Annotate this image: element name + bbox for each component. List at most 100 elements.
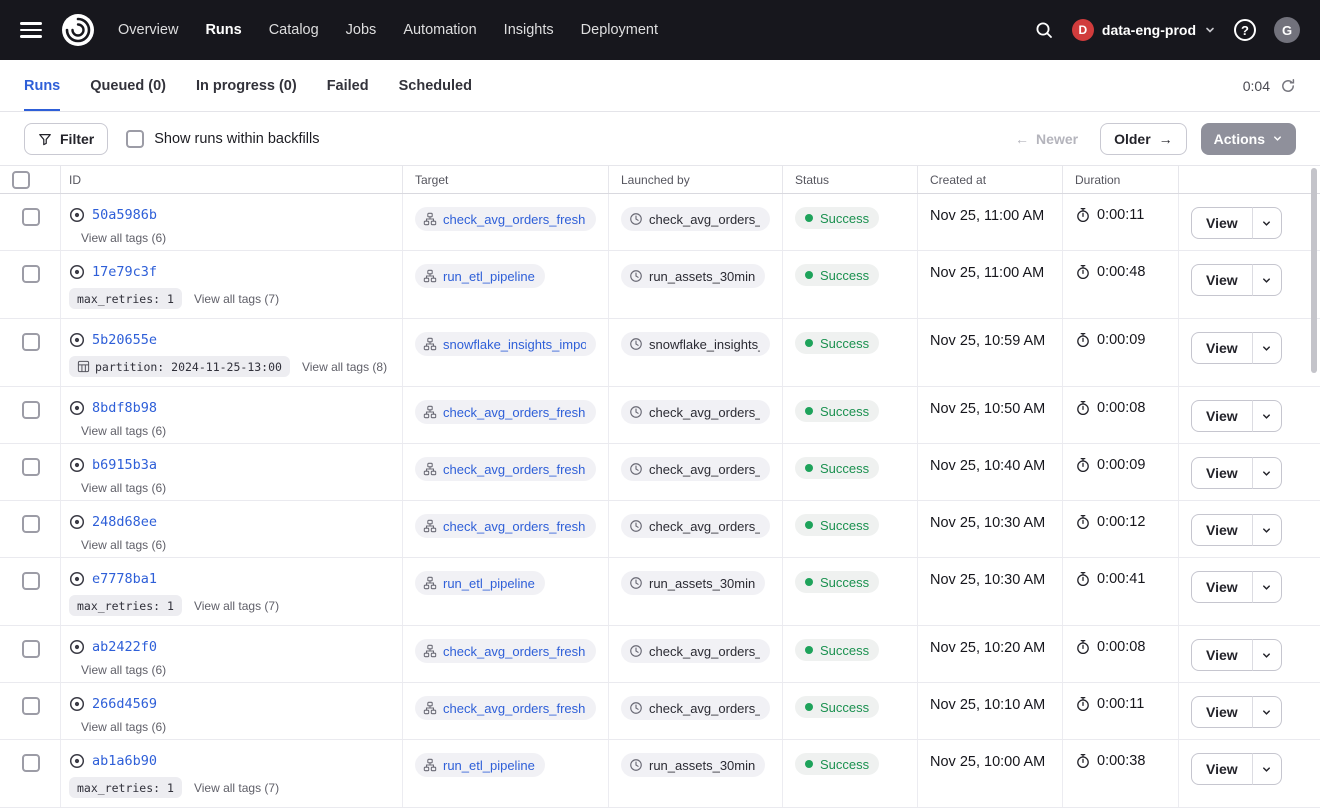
target-pill[interactable]: run_etl_pipeline — [415, 571, 545, 595]
show-backfills-toggle[interactable]: Show runs within backfills — [126, 130, 319, 148]
deployment-switcher[interactable]: D data-eng-prod — [1072, 19, 1216, 41]
view-dropdown-button[interactable] — [1252, 457, 1282, 489]
view-dropdown-button[interactable] — [1252, 207, 1282, 239]
view-dropdown-button[interactable] — [1252, 696, 1282, 728]
view-all-tags-link[interactable]: View all tags (6) — [81, 424, 166, 438]
view-all-tags-link[interactable]: View all tags (6) — [81, 231, 166, 245]
row-checkbox[interactable] — [22, 401, 40, 419]
run-id-link[interactable]: e7778ba1 — [92, 571, 157, 587]
deployment-name: data-eng-prod — [1102, 22, 1196, 38]
tab-failed[interactable]: Failed — [327, 60, 369, 111]
nav-item-catalog[interactable]: Catalog — [269, 22, 319, 38]
nav-item-overview[interactable]: Overview — [118, 22, 178, 38]
view-button[interactable]: View — [1191, 639, 1253, 671]
tab-runs[interactable]: Runs — [24, 60, 60, 111]
hamburger-menu-icon[interactable] — [20, 22, 42, 38]
run-id-link[interactable]: 8bdf8b98 — [92, 400, 157, 416]
view-button[interactable]: View — [1191, 571, 1253, 603]
view-dropdown-button[interactable] — [1252, 332, 1282, 364]
view-dropdown-button[interactable] — [1252, 264, 1282, 296]
view-button-group: View — [1191, 207, 1282, 239]
view-all-tags-link[interactable]: View all tags (6) — [81, 481, 166, 495]
target-pill[interactable]: check_avg_orders_freshne — [415, 514, 596, 538]
dagster-logo[interactable] — [60, 12, 96, 48]
user-avatar[interactable]: G — [1274, 17, 1300, 43]
target-pill[interactable]: snowflake_insights_import — [415, 332, 596, 356]
select-all-checkbox[interactable] — [12, 171, 30, 189]
nav-item-jobs[interactable]: Jobs — [346, 22, 377, 38]
view-dropdown-button[interactable] — [1252, 753, 1282, 785]
view-all-tags-link[interactable]: View all tags (7) — [194, 292, 279, 306]
launched-by-pill[interactable]: run_assets_30min — [621, 753, 765, 777]
filter-button[interactable]: Filter — [24, 123, 108, 155]
row-checkbox[interactable] — [22, 572, 40, 590]
row-checkbox[interactable] — [22, 515, 40, 533]
run-id-link[interactable]: 5b20655e — [92, 332, 157, 348]
nav-item-insights[interactable]: Insights — [504, 22, 554, 38]
launched-by-pill[interactable]: check_avg_orders_f… — [621, 400, 770, 424]
run-id-link[interactable]: 248d68ee — [92, 514, 157, 530]
run-id-link[interactable]: 17e79c3f — [92, 264, 157, 280]
view-dropdown-button[interactable] — [1252, 514, 1282, 546]
view-button[interactable]: View — [1191, 457, 1253, 489]
view-all-tags-link[interactable]: View all tags (7) — [194, 781, 279, 795]
view-button[interactable]: View — [1191, 696, 1253, 728]
launched-by-pill[interactable]: snowflake_insights_… — [621, 332, 770, 356]
target-pill[interactable]: check_avg_orders_freshne — [415, 457, 596, 481]
view-all-tags-link[interactable]: View all tags (6) — [81, 538, 166, 552]
target-pill[interactable]: check_avg_orders_freshne — [415, 696, 596, 720]
tab-queued[interactable]: Queued (0) — [90, 60, 166, 111]
older-button[interactable]: Older → — [1100, 123, 1187, 155]
refresh-icon[interactable] — [1280, 78, 1296, 94]
nav-item-runs[interactable]: Runs — [205, 22, 241, 38]
run-id-link[interactable]: ab2422f0 — [92, 639, 157, 655]
launched-by-pill[interactable]: run_assets_30min — [621, 264, 765, 288]
target-pill[interactable]: check_avg_orders_freshne — [415, 400, 596, 424]
target-pill[interactable]: run_etl_pipeline — [415, 753, 545, 777]
target-pill[interactable]: run_etl_pipeline — [415, 264, 545, 288]
show-backfills-checkbox[interactable] — [126, 130, 144, 148]
run-id-link[interactable]: ab1a6b90 — [92, 753, 157, 769]
view-button[interactable]: View — [1191, 514, 1253, 546]
row-checkbox[interactable] — [22, 208, 40, 226]
tab-scheduled[interactable]: Scheduled — [399, 60, 472, 111]
row-checkbox[interactable] — [22, 640, 40, 658]
newer-button[interactable]: ← Newer — [1007, 123, 1086, 155]
view-button[interactable]: View — [1191, 400, 1253, 432]
vertical-scrollbar[interactable] — [1311, 168, 1317, 373]
view-all-tags-link[interactable]: View all tags (6) — [81, 720, 166, 734]
view-button[interactable]: View — [1191, 332, 1253, 364]
view-button[interactable]: View — [1191, 207, 1253, 239]
launched-by-pill[interactable]: check_avg_orders_f… — [621, 514, 770, 538]
tab-in-progress[interactable]: In progress (0) — [196, 60, 297, 111]
view-all-tags-link[interactable]: View all tags (8) — [302, 360, 387, 374]
target-pill[interactable]: check_avg_orders_freshne — [415, 639, 596, 663]
actions-button[interactable]: Actions — [1201, 123, 1296, 155]
row-checkbox[interactable] — [22, 697, 40, 715]
nav-item-deployment[interactable]: Deployment — [581, 22, 658, 38]
view-all-tags-link[interactable]: View all tags (6) — [81, 663, 166, 677]
launched-by-pill[interactable]: check_avg_orders_f… — [621, 207, 770, 231]
row-checkbox[interactable] — [22, 458, 40, 476]
view-dropdown-button[interactable] — [1252, 400, 1282, 432]
view-button[interactable]: View — [1191, 753, 1253, 785]
run-id-link[interactable]: 50a5986b — [92, 207, 157, 223]
row-checkbox[interactable] — [22, 265, 40, 283]
search-icon[interactable] — [1034, 20, 1054, 40]
row-checkbox[interactable] — [22, 754, 40, 772]
view-dropdown-button[interactable] — [1252, 571, 1282, 603]
view-dropdown-button[interactable] — [1252, 639, 1282, 671]
view-button-group: View — [1191, 457, 1282, 489]
help-icon[interactable]: ? — [1234, 19, 1256, 41]
run-id-link[interactable]: 266d4569 — [92, 696, 157, 712]
row-checkbox[interactable] — [22, 333, 40, 351]
view-button[interactable]: View — [1191, 264, 1253, 296]
nav-item-automation[interactable]: Automation — [403, 22, 476, 38]
launched-by-pill[interactable]: run_assets_30min — [621, 571, 765, 595]
target-pill[interactable]: check_avg_orders_freshne — [415, 207, 596, 231]
launched-by-pill[interactable]: check_avg_orders_f… — [621, 696, 770, 720]
launched-by-pill[interactable]: check_avg_orders_f… — [621, 639, 770, 663]
view-all-tags-link[interactable]: View all tags (7) — [194, 599, 279, 613]
launched-by-pill[interactable]: check_avg_orders_f… — [621, 457, 770, 481]
run-id-link[interactable]: b6915b3a — [92, 457, 157, 473]
